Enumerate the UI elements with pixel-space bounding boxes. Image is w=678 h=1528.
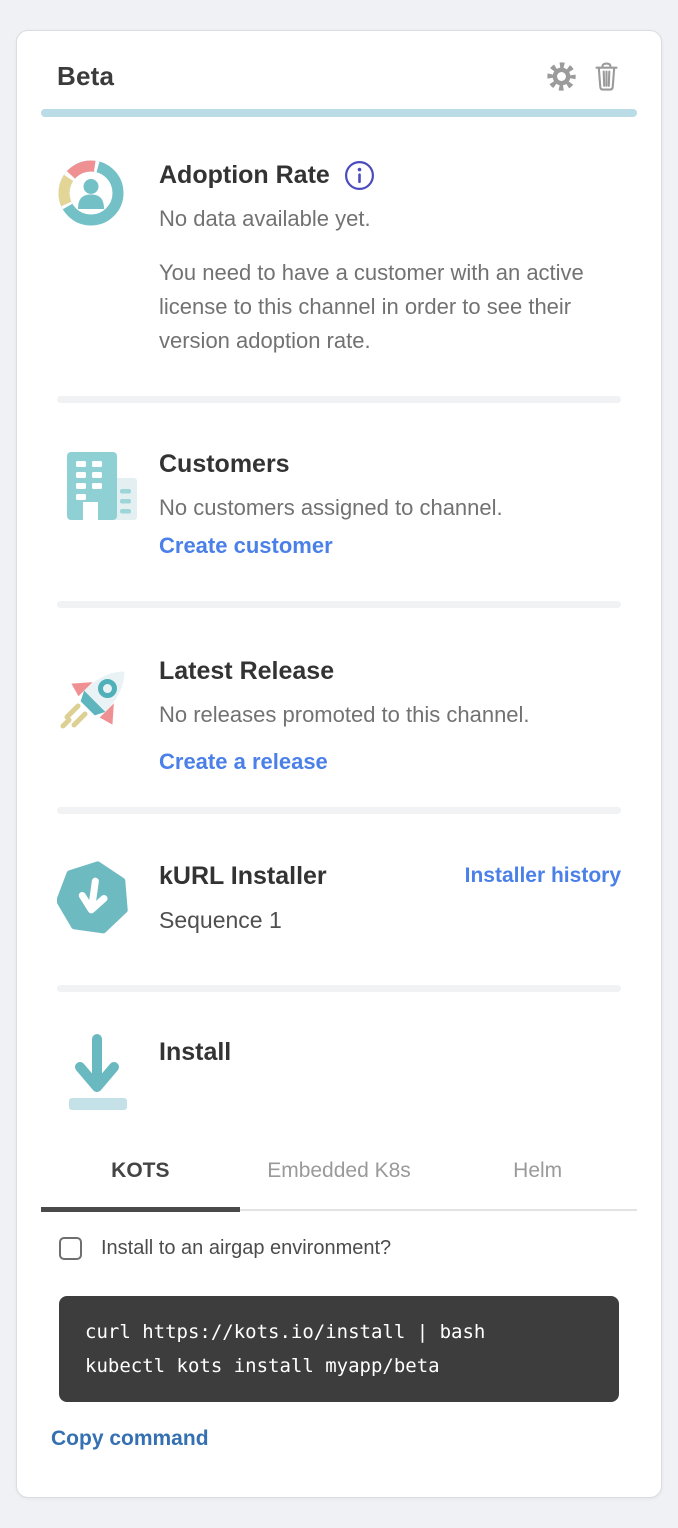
customers-title: Customers — [159, 446, 621, 482]
gear-icon — [546, 80, 577, 95]
airgap-label: Install to an airgap environment? — [101, 1237, 391, 1260]
installer-sequence: Sequence 1 — [159, 903, 621, 937]
channel-accent-bar — [41, 109, 637, 117]
installer-history-link[interactable]: Installer history — [465, 858, 621, 894]
settings-button[interactable] — [546, 61, 577, 92]
trash-icon — [592, 80, 621, 95]
adoption-rate-icon — [57, 157, 159, 358]
header-actions — [546, 61, 621, 92]
tab-helm[interactable]: Helm — [438, 1149, 637, 1209]
kurl-installer-title: kURL Installer — [159, 858, 327, 894]
customers-icon — [57, 446, 159, 562]
create-release-link[interactable]: Create a release — [159, 746, 328, 778]
create-customer-link[interactable]: Create customer — [159, 530, 333, 562]
tab-kots[interactable]: KOTS — [41, 1149, 240, 1212]
channel-title: Beta — [57, 61, 114, 92]
install-title: Install — [159, 1034, 621, 1070]
customers-empty-text: No customers assigned to channel. — [159, 492, 621, 524]
delete-button[interactable] — [592, 61, 621, 92]
copy-command-link[interactable]: Copy command — [51, 1427, 209, 1451]
tab-embedded-k8s[interactable]: Embedded K8s — [240, 1149, 439, 1209]
rocket-icon — [57, 653, 159, 778]
section-divider — [57, 985, 621, 992]
page-background: Beta — [0, 0, 678, 1528]
section-adoption-rate: Adoption Rate No data available yet. You… — [41, 157, 637, 358]
airgap-checkbox[interactable] — [59, 1237, 82, 1260]
card-header: Beta — [41, 53, 637, 92]
kurl-installer-icon — [57, 858, 159, 941]
download-icon — [57, 1028, 159, 1127]
latest-release-title: Latest Release — [159, 653, 621, 689]
section-divider — [57, 396, 621, 403]
section-customers: Customers No customers assigned to chann… — [41, 446, 637, 562]
install-command-block: curl https://kots.io/install | bash kube… — [59, 1296, 619, 1402]
section-divider — [57, 601, 621, 608]
section-latest-release: Latest Release No releases promoted to t… — [41, 653, 637, 778]
adoption-rate-title: Adoption Rate — [159, 157, 330, 193]
channel-card: Beta — [16, 30, 662, 1498]
install-tabs: KOTS Embedded K8s Helm — [41, 1149, 637, 1211]
info-icon[interactable] — [344, 160, 375, 191]
adoption-rate-empty-text: No data available yet. — [159, 203, 621, 235]
adoption-rate-description: You need to have a customer with an acti… — [159, 256, 621, 358]
section-divider — [57, 807, 621, 814]
install-command-text: curl https://kots.io/install | bash kube… — [85, 1315, 593, 1383]
latest-release-empty-text: No releases promoted to this channel. — [159, 699, 621, 731]
section-kurl-installer: kURL Installer Installer history Sequenc… — [41, 858, 637, 941]
airgap-option[interactable]: Install to an airgap environment? — [59, 1237, 637, 1260]
section-install: Install — [41, 1028, 637, 1127]
